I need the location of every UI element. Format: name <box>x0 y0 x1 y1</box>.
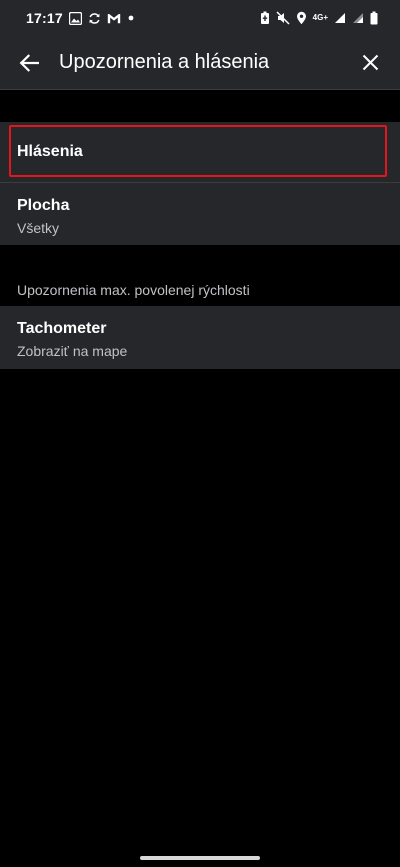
battery-icon <box>370 11 378 25</box>
signal-icon <box>334 12 346 24</box>
dot-icon <box>127 14 135 22</box>
status-bar: 17:17 4G+ <box>0 0 400 36</box>
signal-icon-2 <box>352 12 364 24</box>
status-right: 4G+ <box>260 11 378 25</box>
battery-saver-icon <box>260 11 270 25</box>
page-title: Upozornenia a hlásenia <box>59 51 270 73</box>
settings-item-subtitle: Všetky <box>17 220 60 236</box>
mute-icon <box>276 11 290 25</box>
settings-item-subtitle: Zobraziť na mape <box>17 343 128 359</box>
network-type-label: 4G+ <box>312 13 328 22</box>
location-icon <box>296 11 307 25</box>
close-icon <box>362 54 379 71</box>
home-indicator[interactable] <box>140 856 260 860</box>
back-button[interactable] <box>9 43 49 83</box>
highlight-box <box>9 125 387 177</box>
status-time: 17:17 <box>26 10 63 26</box>
image-icon <box>68 11 82 25</box>
settings-item-tachometer[interactable]: Tachometer Zobraziť na mape <box>0 306 400 369</box>
settings-item-hlasenia[interactable]: Hlásenia <box>0 122 400 182</box>
section-header: Upozornenia max. povolenej rýchlosti <box>17 282 250 298</box>
settings-item-title: Plocha <box>17 197 70 214</box>
close-button[interactable] <box>350 43 390 83</box>
settings-item-title: Tachometer <box>17 320 107 337</box>
status-left: 17:17 <box>26 10 135 26</box>
app-bar: Upozornenia a hlásenia <box>0 36 400 90</box>
arrow-left-icon <box>19 53 39 72</box>
sync-icon <box>88 12 101 25</box>
settings-item-plocha[interactable]: Plocha Všetky <box>0 183 400 245</box>
gmail-icon <box>107 13 121 24</box>
